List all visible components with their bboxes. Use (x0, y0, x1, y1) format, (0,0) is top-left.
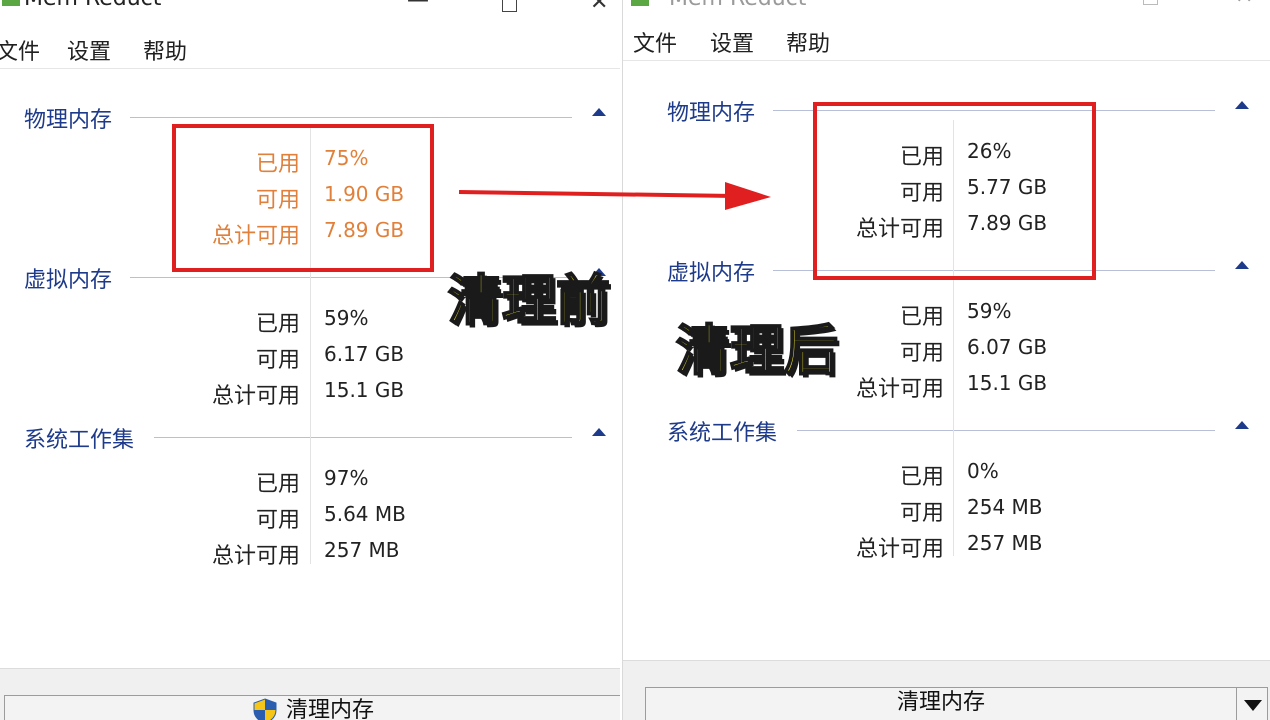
clean-options-dropdown[interactable] (1236, 687, 1268, 720)
stat-label: 已用 (899, 305, 944, 330)
section-divider (130, 117, 572, 118)
menu-help[interactable]: 帮助 (786, 26, 830, 58)
title-bar: Mem Reduct ✕ (623, 0, 1270, 22)
stat-label: 已用 (899, 465, 944, 490)
chevron-up-icon[interactable] (592, 428, 606, 436)
menu-help[interactable]: 帮助 (143, 34, 187, 66)
clean-memory-button[interactable]: 清理内存 (645, 687, 1237, 720)
chevron-up-icon[interactable] (1235, 421, 1249, 429)
bottom-bar: 清理内存 (0, 668, 620, 720)
menu-settings[interactable]: 设置 (710, 26, 754, 58)
chevron-up-icon[interactable] (592, 108, 606, 116)
stat-label: 可用 (899, 501, 944, 526)
stat-value: 15.1 GB (967, 371, 1048, 395)
stat-value: 257 MB (324, 538, 400, 562)
dropdown-arrow-icon (1244, 700, 1262, 711)
highlight-box-after (813, 102, 1096, 280)
mem-reduct-window-before: Mem Reduct — ✕ 文件 设置 帮助 物理内存 已用 75% 可用 1… (0, 0, 620, 720)
stat-value: 6.17 GB (324, 342, 405, 366)
stat-label: 总计可用 (211, 544, 300, 569)
stat-row: 可用 254 MB (623, 495, 1270, 527)
stat-value: 5.64 MB (324, 502, 406, 526)
stat-value: 97% (324, 466, 369, 490)
stat-value: 254 MB (967, 495, 1043, 519)
stat-label: 可用 (255, 508, 300, 533)
section-title: 虚拟内存 (24, 268, 113, 293)
stat-label: 已用 (255, 312, 300, 337)
menu-file[interactable]: 文件 (633, 26, 677, 58)
section-title: 系统工作集 (667, 421, 778, 446)
caption-after: 清理后 (675, 318, 839, 383)
clean-button-label: 清理内存 (285, 698, 374, 720)
clean-memory-button[interactable]: 清理内存 (4, 695, 620, 720)
stat-label: 总计可用 (855, 377, 944, 402)
app-icon (631, 0, 649, 6)
close-icon[interactable]: ✕ (590, 0, 608, 14)
stat-value: 257 MB (967, 531, 1043, 555)
stat-row: 总计可用 257 MB (623, 531, 1270, 563)
stat-value: 59% (967, 299, 1012, 323)
menu-bar: 文件 设置 帮助 (623, 20, 1270, 61)
section-title: 物理内存 (667, 101, 756, 126)
maximize-icon[interactable] (502, 0, 517, 12)
stat-label: 已用 (255, 472, 300, 497)
section-system-working-set: 系统工作集 (623, 415, 1270, 446)
section-divider (154, 437, 572, 438)
close-icon[interactable]: ✕ (1235, 0, 1253, 8)
stat-value: 15.1 GB (324, 378, 405, 402)
highlight-box-before (172, 124, 434, 272)
menu-file[interactable]: 文件 (0, 34, 40, 66)
stat-label: 可用 (255, 348, 300, 373)
section-divider (797, 430, 1215, 431)
arrow-right-icon (458, 182, 771, 210)
section-title: 物理内存 (24, 108, 113, 133)
bottom-bar: 清理内存 (623, 660, 1270, 720)
caption-before: 清理前 (447, 268, 611, 333)
title-bar: Mem Reduct — ✕ (0, 0, 620, 22)
stat-value: 0% (967, 459, 999, 483)
shield-icon (253, 698, 277, 720)
window-title: Mem Reduct (669, 0, 806, 11)
window-title: Mem Reduct (24, 0, 161, 11)
section-title: 系统工作集 (24, 428, 135, 453)
stat-value: 59% (324, 306, 369, 330)
chevron-up-icon[interactable] (1235, 101, 1249, 109)
menu-settings[interactable]: 设置 (67, 34, 111, 66)
stat-label: 总计可用 (211, 384, 300, 409)
maximize-icon[interactable] (1143, 0, 1158, 5)
minimize-icon[interactable]: — (407, 0, 429, 12)
app-icon (2, 0, 20, 6)
section-title: 虚拟内存 (667, 261, 756, 286)
stat-value: 6.07 GB (967, 335, 1048, 359)
menu-bar: 文件 设置 帮助 (0, 28, 620, 69)
stat-label: 可用 (899, 341, 944, 366)
chevron-up-icon[interactable] (1235, 261, 1249, 269)
stat-label: 总计可用 (855, 537, 944, 562)
stat-row: 已用 0% (623, 459, 1270, 491)
